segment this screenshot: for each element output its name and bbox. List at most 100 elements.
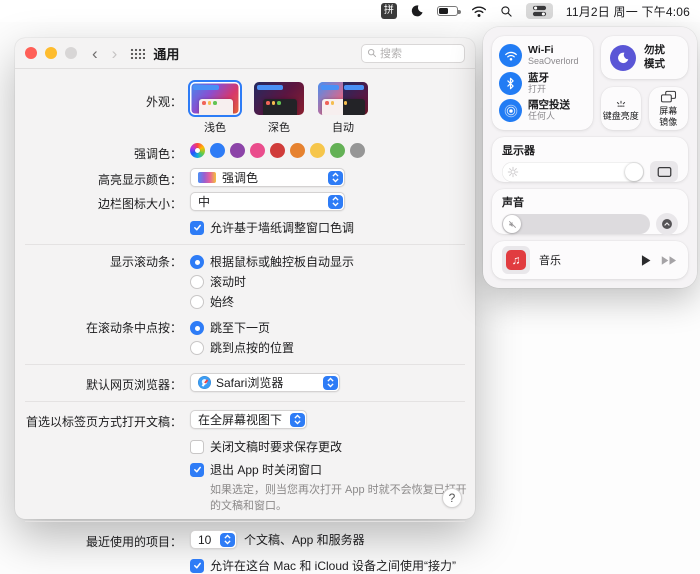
battery-icon[interactable] — [437, 6, 458, 16]
airdrop-toggle[interactable]: 隔空投送 任何人 — [499, 99, 586, 122]
prefer-tabs-value: 在全屏幕视图下 — [198, 411, 282, 428]
recent-items-value: 10 — [198, 533, 211, 547]
checkbox-checked-icon — [190, 463, 204, 477]
prefer-tabs-label: 首选以标签页方式打开文稿： — [15, 410, 190, 430]
scrollbar-always-radio[interactable]: 始终 — [190, 293, 354, 310]
accent-pink[interactable] — [250, 143, 265, 158]
forward-button[interactable]: › — [105, 45, 125, 62]
sound-output-button[interactable] — [656, 213, 678, 235]
system-preferences-window: ‹ › 通用 搜索 外观： 浅色 — [15, 38, 475, 519]
recent-items-dropdown[interactable]: 10 — [190, 530, 237, 549]
moon-icon[interactable] — [410, 4, 424, 18]
thumb-menubar — [193, 85, 219, 90]
accent-purple[interactable] — [230, 143, 245, 158]
accent-green[interactable] — [330, 143, 345, 158]
music-note-icon: ♫ — [506, 250, 526, 270]
accent-gray[interactable] — [350, 143, 365, 158]
close-button[interactable] — [25, 47, 37, 59]
appearance-option-dark[interactable]: 深色 — [254, 82, 304, 135]
prefer-tabs-dropdown[interactable]: 在全屏幕视图下 — [190, 410, 307, 429]
music-app-tile[interactable]: ♫ — [502, 246, 530, 274]
sound-card: 声音 — [492, 189, 688, 234]
show-all-grid-icon[interactable] — [130, 48, 145, 59]
display-icon — [657, 166, 672, 178]
search-icon[interactable] — [500, 5, 513, 18]
dark-mode-thumbnail — [254, 82, 304, 115]
scrollbar-click-options: 跳至下一页 跳到点按的位置 — [190, 319, 294, 356]
play-button[interactable] — [640, 254, 652, 267]
search-input[interactable]: 搜索 — [361, 44, 465, 63]
minimize-button[interactable] — [45, 47, 57, 59]
default-browser-value: Safari浏览器 — [216, 374, 283, 391]
highlight-color-label: 高亮显示颜色： — [15, 168, 190, 188]
radio-icon — [190, 341, 204, 355]
auto-mode-label: 自动 — [318, 119, 368, 135]
default-browser-label: 默认网页浏览器： — [15, 373, 190, 393]
help-button[interactable]: ? — [442, 488, 462, 508]
checkbox-unchecked-icon — [190, 440, 204, 454]
accent-multicolor[interactable] — [190, 143, 205, 158]
wifi-network-name: SeaOverlord — [528, 56, 579, 67]
display-slider-knob[interactable] — [625, 163, 643, 181]
close-windows-label: 退出 App 时关闭窗口 — [210, 461, 322, 478]
scrollbar-click-row: 在滚动条中点按： 跳至下一页 跳到点按的位置 — [15, 319, 475, 356]
spacer — [15, 461, 190, 464]
appearance-option-light[interactable]: 浅色 — [190, 82, 240, 135]
screen-mirroring-icon — [660, 90, 677, 104]
zoom-button[interactable] — [65, 47, 77, 59]
radio-selected-icon — [190, 321, 204, 335]
bluetooth-toggle[interactable]: 蓝牙 打开 — [499, 72, 586, 95]
accent-blue[interactable] — [210, 143, 225, 158]
appearance-option-auto[interactable]: 自动 — [318, 82, 368, 135]
thumb-window — [199, 99, 233, 115]
wallpaper-tint-checkbox[interactable]: 允许基于墙纸调整窗口色调 — [190, 219, 354, 236]
sound-volume-slider[interactable] — [502, 214, 650, 234]
accent-yellow[interactable] — [310, 143, 325, 158]
scrollbar-click-label: 在滚动条中点按： — [15, 319, 190, 336]
display-brightness-slider[interactable] — [502, 162, 644, 182]
jump-to-spot-radio[interactable]: 跳到点按的位置 — [190, 339, 294, 356]
radio-selected-icon — [190, 255, 204, 269]
checkbox-checked-icon — [190, 559, 204, 573]
accent-orange[interactable] — [290, 143, 305, 158]
handoff-checkbox[interactable]: 允许在这台 Mac 和 iCloud 设备之间使用“接力” — [190, 557, 456, 574]
input-method-icon[interactable]: 拼 — [381, 3, 397, 19]
back-button[interactable]: ‹ — [85, 45, 105, 62]
keyboard-brightness-button[interactable]: 键盘亮度 — [601, 87, 641, 130]
control-center-panel: Wi-Fi SeaOverlord 蓝牙 打开 隔空投送 — [483, 27, 697, 288]
wifi-title: Wi-Fi — [528, 44, 579, 56]
radio-icon — [190, 275, 204, 289]
divider — [25, 364, 465, 365]
appearance-options: 浅色 深色 自动 — [190, 82, 368, 135]
accent-red[interactable] — [270, 143, 285, 158]
divider — [25, 521, 465, 522]
sound-slider-knob[interactable] — [503, 215, 521, 233]
bluetooth-title: 蓝牙 — [528, 72, 549, 84]
accent-color-label: 强调色： — [15, 142, 190, 162]
wifi-toggle[interactable]: Wi-Fi SeaOverlord — [499, 44, 586, 67]
keyboard-brightness-icon — [613, 96, 629, 109]
screen-mirroring-button[interactable]: 屏幕 镜像 — [649, 87, 689, 130]
close-windows-note: 如果选定，则当您再次打开 App 时就不会恢复已打开的文稿和窗口。 — [210, 481, 475, 513]
scrollbar-auto-radio[interactable]: 根据鼠标或触控板自动显示 — [190, 253, 354, 270]
do-not-disturb-toggle[interactable]: 勿扰 模式 — [601, 36, 688, 79]
default-browser-dropdown[interactable]: Safari浏览器 — [190, 373, 340, 392]
wifi-icon[interactable] — [471, 5, 487, 18]
jump-next-page-radio[interactable]: 跳至下一页 — [190, 319, 294, 336]
wallpaper-tint-label: 允许基于墙纸调整窗口色调 — [210, 219, 354, 236]
scrollbar-when-scrolling-radio[interactable]: 滚动时 — [190, 273, 354, 290]
display-settings-button[interactable] — [650, 161, 678, 182]
brightness-sun-icon — [507, 166, 519, 178]
close-windows-checkbox[interactable]: 退出 App 时关闭窗口 — [190, 461, 322, 478]
ask-keep-changes-checkbox[interactable]: 关闭文稿时要求保存更改 — [190, 438, 342, 455]
muted-speaker-icon — [507, 219, 518, 230]
fast-forward-button[interactable] — [661, 255, 678, 266]
spacer — [15, 219, 190, 222]
control-center-icon[interactable] — [526, 3, 553, 19]
show-scrollbars-row: 显示滚动条： 根据鼠标或触控板自动显示 滚动时 始终 — [15, 253, 475, 310]
spacer — [15, 557, 190, 560]
highlight-color-dropdown[interactable]: 强调色 — [190, 168, 345, 187]
sidebar-icon-size-dropdown[interactable]: 中 — [190, 192, 345, 211]
menu-bar-clock[interactable]: 11月2日 周一 下午4:06 — [566, 3, 690, 20]
recent-items-row: 最近使用的项目： 10 个文稿、App 和服务器 — [15, 530, 475, 550]
